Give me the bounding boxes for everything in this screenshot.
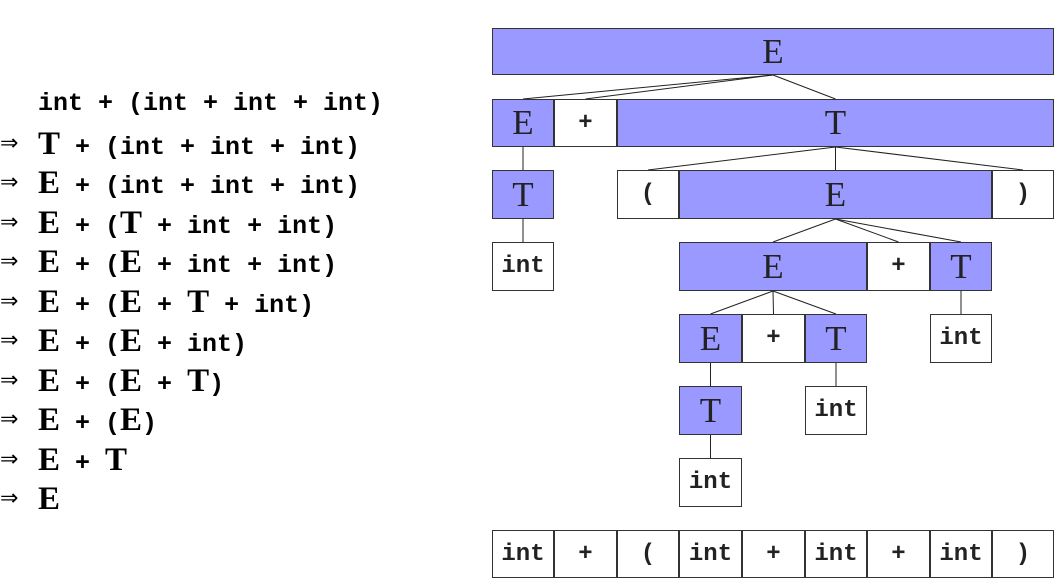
nonterminal-node: E <box>492 99 554 147</box>
nonterminal-node: E <box>492 28 1054 75</box>
nonterminal-node: E <box>679 314 742 363</box>
nonterminal-node: E <box>679 242 867 291</box>
nonterminal-node: T <box>930 242 992 291</box>
parse-tree-edges <box>522 74 1024 458</box>
input-token-cell: int <box>492 530 554 578</box>
terminal-node: ) <box>992 170 1054 219</box>
input-token-cell: ( <box>617 530 679 578</box>
terminal-node: int <box>805 386 867 435</box>
tree-edge <box>710 290 774 315</box>
input-token-cell: + <box>554 530 617 578</box>
nonterminal-node: T <box>492 170 554 219</box>
input-token-cell: int <box>679 530 742 578</box>
tree-edge <box>772 218 836 243</box>
input-token-cell: int <box>805 530 867 578</box>
terminal-node: ( <box>617 170 679 219</box>
tree-edge <box>522 74 774 100</box>
tree-edge <box>772 290 774 315</box>
tree-edge <box>835 218 899 243</box>
terminal-node: + <box>554 99 617 147</box>
nonterminal-node: T <box>679 386 742 435</box>
nonterminal-node: T <box>617 99 1054 147</box>
parse-tree: E E + T Tint(E) E + T E + Tint Tint int int +(int + int +… <box>0 0 1058 586</box>
tree-edge <box>585 74 774 100</box>
tree-edge <box>772 74 836 100</box>
terminal-node: int <box>492 242 554 291</box>
input-token-cell: ) <box>992 530 1054 578</box>
input-token-cell: + <box>742 530 805 578</box>
terminal-node: + <box>867 242 930 291</box>
tree-edge <box>772 290 837 315</box>
input-token-cell: int <box>930 530 992 578</box>
tree-edge <box>835 218 962 243</box>
terminal-node: int <box>930 314 992 363</box>
nonterminal-node: T <box>805 314 867 363</box>
input-token-cell: + <box>867 530 930 578</box>
tree-edge <box>647 146 836 171</box>
terminal-node: + <box>742 314 805 363</box>
terminal-node: int <box>679 458 742 507</box>
nonterminal-node: E <box>679 170 992 219</box>
tree-edge <box>835 146 1024 171</box>
